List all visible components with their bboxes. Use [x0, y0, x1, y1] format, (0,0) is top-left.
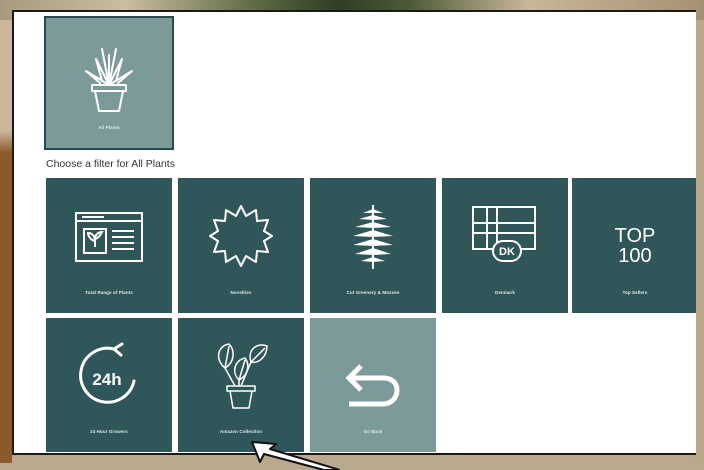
filter-heading: Choose a filter for All Plants [46, 158, 175, 170]
category-tile-all-plants[interactable]: All Plants [44, 16, 174, 150]
filter-label: Top Sellers [622, 290, 648, 295]
back-arrow-icon [310, 346, 436, 426]
category-tile-label: All Plants [98, 125, 120, 130]
filter-tile-top-sellers[interactable]: TOP 100 Top Sellers [572, 178, 696, 313]
svg-text:DK: DK [499, 246, 515, 258]
background-photo-left [0, 20, 12, 463]
potted-plant-icon [46, 40, 172, 120]
24h-icon: 24h [46, 336, 172, 416]
starburst-icon [178, 196, 304, 276]
fern-leaf-icon [310, 196, 436, 276]
pointer-arrow-icon [251, 441, 340, 470]
filter-label: Total Range of Plants [85, 290, 133, 295]
filter-panel: All Plants Choose a filter for All Plant… [12, 10, 696, 455]
filter-tile-denmark[interactable]: DK Denmark [442, 178, 568, 313]
denmark-flag-icon: DK [442, 196, 568, 276]
go-back-tile[interactable]: Go Back [310, 318, 436, 452]
filter-label: Novelties [230, 290, 252, 295]
filter-tile-total-range[interactable]: Total Range of Plants [46, 178, 172, 313]
filter-label: Cut Greenery & Mosses [346, 290, 400, 295]
svg-text:24h: 24h [92, 370, 121, 389]
filter-label: Go Back [363, 429, 383, 434]
filter-tile-amazon-collection[interactable]: Amazon Collection [178, 318, 304, 452]
filter-label: 24 Hour Growers [90, 429, 128, 434]
filter-tile-cut-greenery[interactable]: Cut Greenery & Mosses [310, 178, 436, 313]
filter-tile-24h-growers[interactable]: 24h 24 Hour Growers [46, 318, 172, 452]
filter-label: Amazon Collection [219, 429, 263, 434]
top-100-icon: TOP 100 [614, 225, 656, 267]
filter-tile-novelties[interactable]: Novelties [178, 178, 304, 313]
plant-catalog-icon [46, 196, 172, 276]
filter-label: Denmark [495, 290, 515, 295]
alocasia-plant-icon [178, 336, 304, 416]
